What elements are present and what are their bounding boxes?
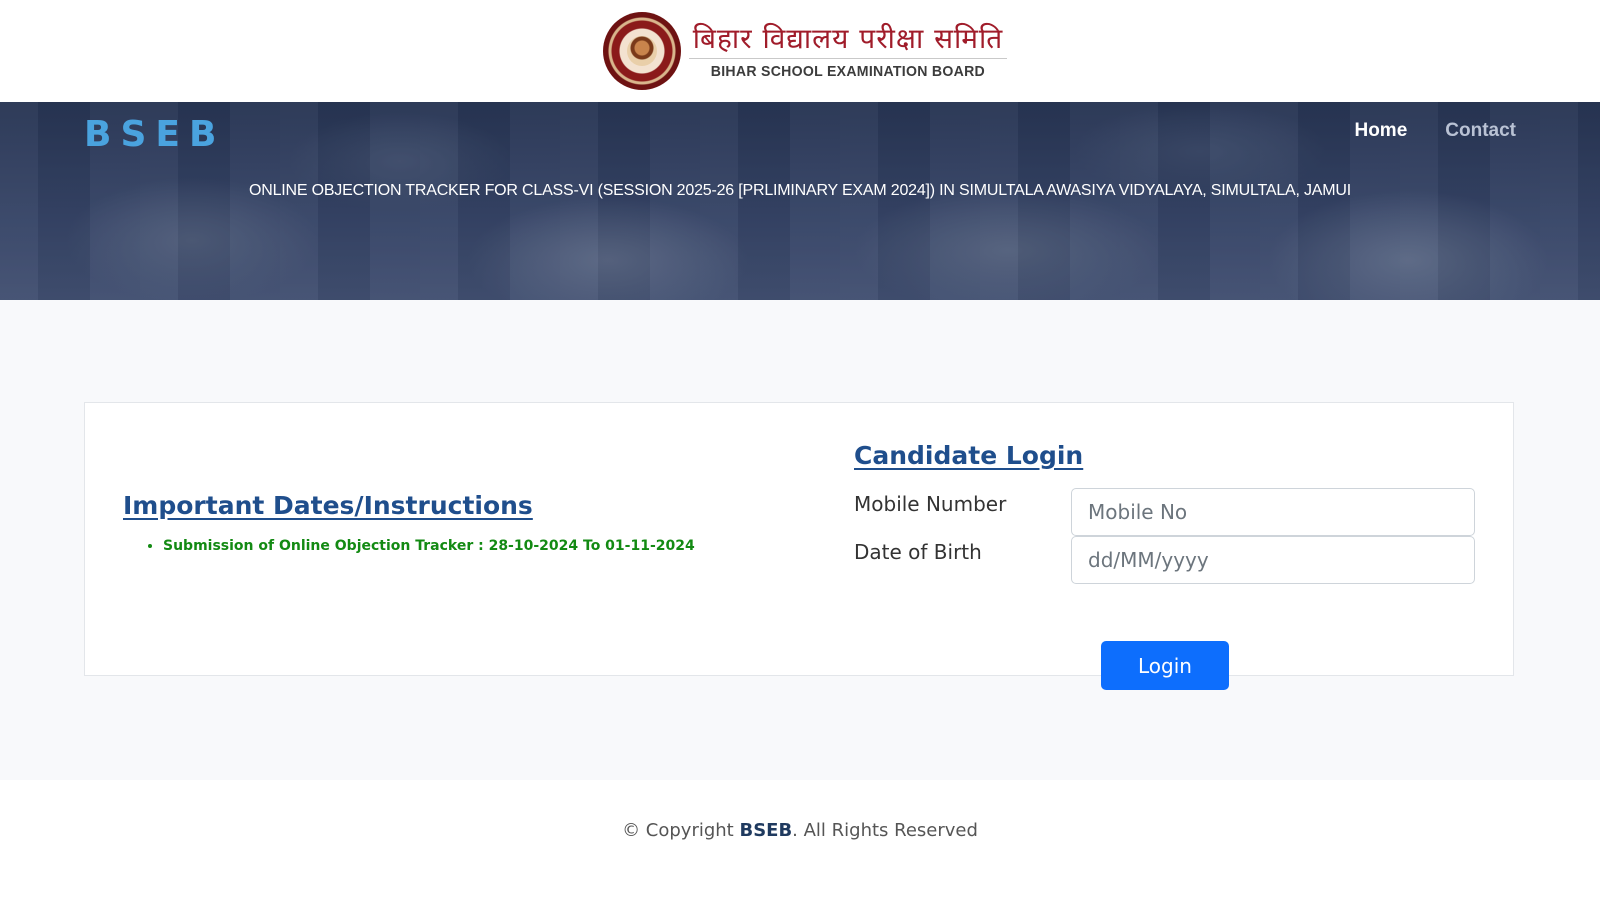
hero-banner: BSEB Home Contact ONLINE OBJECTION TRACK…: [0, 102, 1600, 300]
login-title: Candidate Login: [854, 441, 1084, 470]
dob-label: Date of Birth: [854, 540, 982, 564]
brand-logo-text[interactable]: BSEB: [84, 114, 225, 155]
dob-input[interactable]: [1071, 536, 1475, 584]
login-button[interactable]: Login: [1101, 641, 1229, 690]
login-panel: Candidate Login Mobile Number Date of Bi…: [854, 441, 1479, 584]
top-nav: Home Contact: [1354, 120, 1516, 142]
logo-english-name: BIHAR SCHOOL EXAMINATION BOARD: [710, 63, 986, 80]
copyright-suffix: . All Rights Reserved: [792, 820, 978, 841]
bseb-seal-icon: [602, 12, 681, 90]
nav-home-link[interactable]: Home: [1354, 120, 1407, 142]
instructions-panel: Important Dates/Instructions Submission …: [123, 491, 695, 554]
logo-strip: बिहार विद्यालय परीक्षा समिति BIHAR SCHOO…: [0, 0, 1600, 102]
content-card: Important Dates/Instructions Submission …: [84, 402, 1514, 690]
instructions-list: Submission of Online Objection Tracker :…: [123, 538, 695, 554]
nav-contact-link[interactable]: Contact: [1445, 120, 1516, 142]
mobile-row: Mobile Number: [854, 488, 1479, 536]
footer: © Copyright BSEB. All Rights Reserved: [0, 780, 1600, 900]
mobile-label: Mobile Number: [854, 492, 1007, 516]
list-item: Submission of Online Objection Tracker :…: [163, 538, 695, 554]
instructions-title: Important Dates/Instructions: [123, 491, 533, 520]
main-content: Important Dates/Instructions Submission …: [0, 300, 1600, 780]
copyright-brand: BSEB: [739, 820, 793, 841]
logo-text: बिहार विद्यालय परीक्षा समिति BIHAR SCHOO…: [688, 22, 1008, 80]
logo-hindi-name: बिहार विद्यालय परीक्षा समिति: [688, 22, 1008, 59]
mobile-input[interactable]: [1071, 488, 1475, 536]
copyright-prefix: © Copyright: [622, 820, 740, 841]
board-logo[interactable]: बिहार विद्यालय परीक्षा समिति BIHAR SCHOO…: [602, 12, 1008, 90]
page-title: ONLINE OBJECTION TRACKER FOR CLASS-VI (S…: [248, 182, 1352, 199]
dob-row: Date of Birth: [854, 536, 1479, 584]
